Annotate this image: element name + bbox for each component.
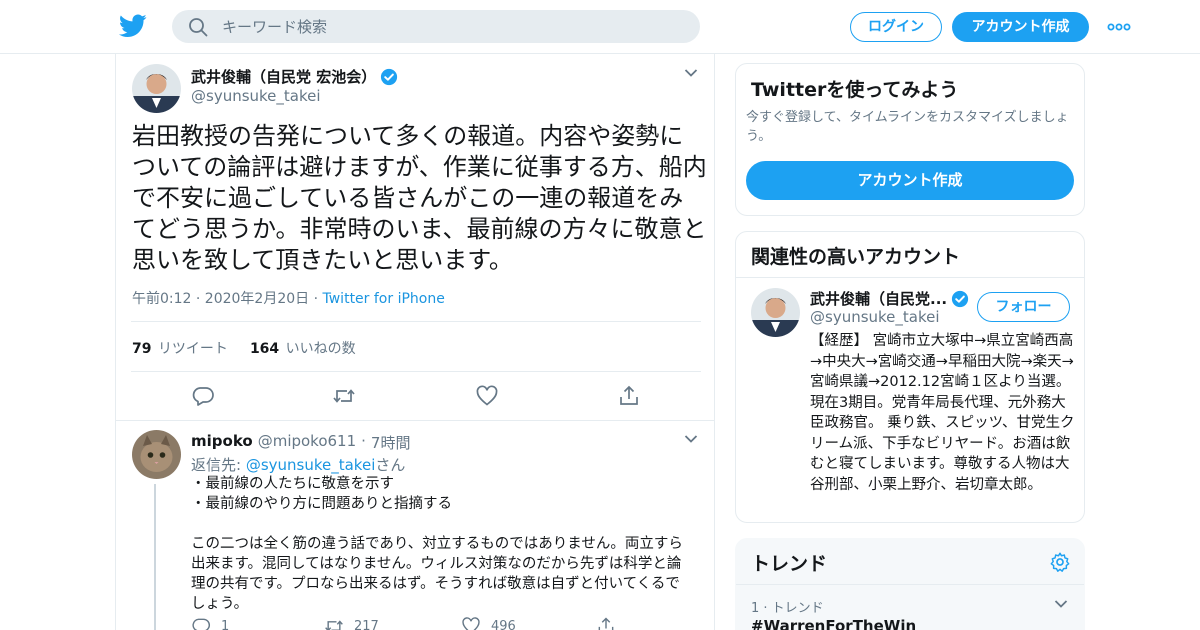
tweet-text: 岩田教授の告発について多くの報道。内容や姿勢についての論評は避けますが、作業に従… [132,122,707,274]
tweet-source-link[interactable]: Twitter for iPhone [323,291,445,307]
avatar[interactable] [132,430,181,479]
thread-line [154,484,156,630]
tweet-meta: 午前0:12 · 2020年2月20日 · Twitter for iPhone [132,288,445,308]
login-button[interactable]: ログイン [850,12,942,42]
divider [736,277,1084,278]
tweet-timestamp[interactable]: 午前0:12 · 2020年2月20日 [132,291,309,307]
reply-to-line: 返信先: @syunsuke_takeiさん [191,454,405,475]
reply-retweet-action[interactable]: 217 [324,616,379,630]
reply-share-action[interactable] [596,616,616,630]
author-name-text[interactable]: 武井俊輔（自民党 宏池会） [191,66,376,87]
reply-count: 1 [221,618,230,630]
verified-icon [381,68,398,85]
avatar[interactable] [132,64,181,113]
trend-item[interactable]: #WarrenForTheWin [751,617,916,630]
related-accounts-card: 関連性の高いアカウント 武井俊輔（自民党... @syunsuke_takei … [735,231,1085,523]
tweet-stats: 79 リツイート 164 いいねの数 [132,338,356,358]
reply-text: ・最前線の人たちに敬意を示す ・最前線のやり方に問題ありと指摘する この二つは全… [191,476,683,612]
like-stat-label: いいねの数 [285,341,356,357]
twitter-bird-icon[interactable] [119,14,147,38]
trends-title: トレンド [751,553,828,575]
signup-card: Twitterを使ってみよう 今すぐ登録して、タイムラインをカスタマイズしましょ… [735,63,1085,216]
share-icon[interactable] [617,384,641,408]
reply-icon[interactable] [191,616,211,630]
author-name[interactable]: 武井俊輔（自民党 宏池会） [191,66,398,87]
tweet-action-bar [116,384,714,408]
share-icon[interactable] [596,616,616,630]
verified-icon [952,290,969,307]
search-input[interactable] [222,17,662,36]
signup-card-button[interactable]: アカウント作成 [746,161,1074,200]
reply-to-label: 返信先: [191,456,246,474]
related-account-bio: 【経歴】 宮崎市立大塚中→県立宮崎西高→中央大→宮崎交通→早稲田大院→楽天→宮崎… [810,333,1075,493]
signup-button[interactable]: アカウント作成 [952,12,1089,42]
avatar[interactable] [751,288,800,337]
reply-reply-action[interactable]: 1 [191,616,229,630]
like-count: 164 [249,341,280,357]
reply-to-handle-link[interactable]: @syunsuke_takei [246,456,376,474]
reply-header: mipoko @mipoko611 · 7時間 [191,432,410,453]
search-icon [189,17,208,36]
signup-card-title: Twitterを使ってみよう [751,79,959,101]
retweet-icon[interactable] [324,616,344,630]
like-count: 496 [491,618,516,630]
reply-time[interactable]: 7時間 [371,432,411,453]
search-bar [172,10,700,43]
related-accounts-title: 関連性の高いアカウント [751,246,961,268]
tweet-column: 武井俊輔（自民党 宏池会） @syunsuke_takei 岩田教授の告発につい… [115,54,715,630]
reply-like-action[interactable]: 496 [461,616,516,630]
retweet-stat[interactable]: 79 リツイート [132,338,228,358]
meta-separator: · [309,291,323,307]
reply-to-suffix: さん [375,456,406,474]
like-icon[interactable] [475,384,499,408]
retweet-count: 217 [354,618,379,630]
divider [131,321,701,322]
related-account-name[interactable]: 武井俊輔（自民党... [810,288,969,309]
reply-author-name[interactable]: mipoko [191,432,253,453]
like-stat[interactable]: 164 いいねの数 [250,338,356,358]
trends-card: トレンド 1 · トレンド #WarrenForTheWin [735,538,1085,630]
like-icon[interactable] [461,616,481,630]
retweet-count: 79 [132,341,152,357]
retweet-icon[interactable] [332,384,356,408]
related-account-name-text[interactable]: 武井俊輔（自民党... [810,288,947,309]
divider [736,584,1084,585]
gear-icon[interactable] [1049,551,1071,573]
follow-button[interactable]: フォロー [977,292,1070,322]
reply-icon[interactable] [191,384,215,408]
divider [131,371,701,372]
chevron-down-icon[interactable] [684,68,698,78]
meta-separator: · [361,432,366,450]
signup-card-subtitle: 今すぐ登録して、タイムラインをカスタマイズしましょう。 [746,110,1069,144]
reply-author-handle[interactable]: @mipoko611 [258,432,356,453]
retweet-stat-label: リツイート [157,341,228,357]
reply-action-bar: 1 217 496 [191,616,691,630]
trend-meta: 1 · トレンド [751,601,824,616]
divider [116,420,714,421]
chevron-down-icon[interactable] [684,434,698,444]
more-icon[interactable] [1107,20,1131,34]
chevron-down-icon[interactable] [1054,599,1068,609]
top-navigation-bar: ログイン アカウント作成 [0,0,1200,54]
author-handle[interactable]: @syunsuke_takei [191,87,321,105]
related-account-handle[interactable]: @syunsuke_takei [810,308,940,326]
